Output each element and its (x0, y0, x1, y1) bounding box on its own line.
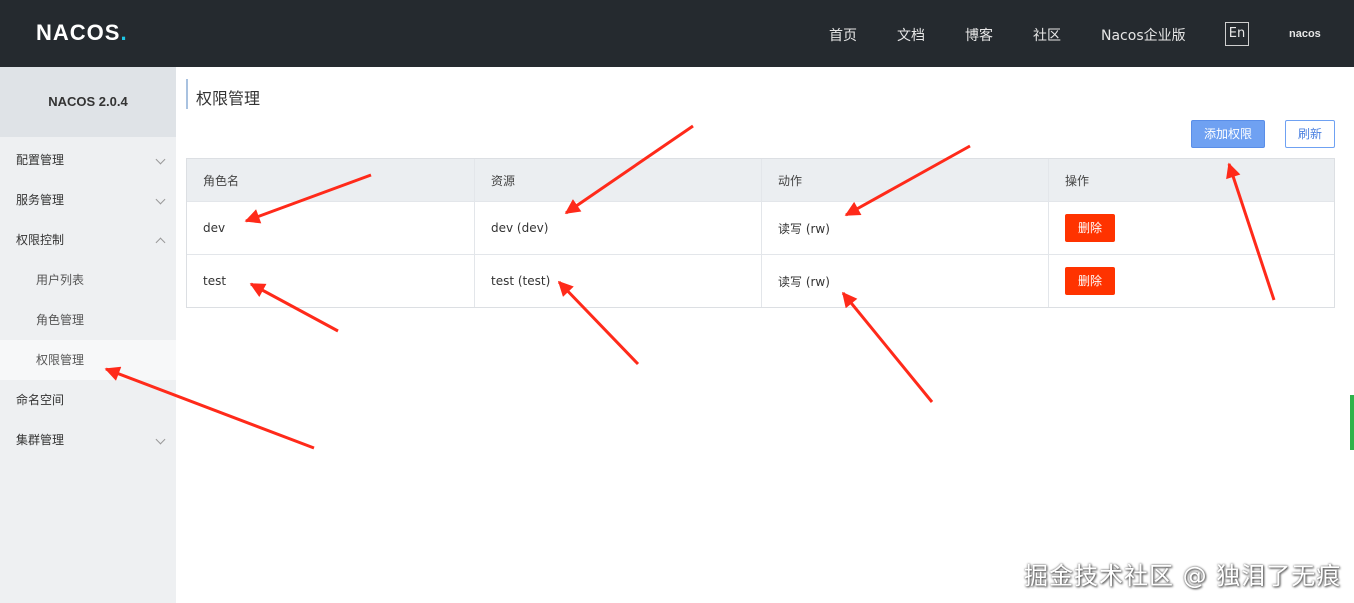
sidebar-item-label: 角色管理 (36, 313, 85, 327)
sidebar-item-label: 配置管理 (16, 153, 65, 167)
sidebar-item-label: 权限管理 (36, 353, 85, 367)
cell-role: dev (203, 221, 226, 235)
column-header-role: 角色名 (203, 173, 240, 188)
cell-action: 读写 (rw) (761, 202, 1048, 254)
cell-resource: dev (dev) (474, 202, 761, 254)
top-navbar: NACOS. 首页 文档 博客 社区 Nacos企业版 En nacos (0, 0, 1354, 67)
cell-role: test (203, 274, 227, 288)
add-permission-button[interactable]: 添加权限 (1191, 120, 1265, 148)
chevron-down-icon (155, 194, 166, 205)
cell-action: 读写 (rw) (761, 255, 1048, 307)
column-header-resource: 资源 (474, 159, 761, 201)
nav-home[interactable]: 首页 (829, 25, 857, 45)
sidebar-item-label: 命名空间 (16, 393, 65, 407)
column-header-action: 动作 (761, 159, 1048, 201)
chevron-down-icon (155, 434, 166, 445)
language-toggle-button[interactable]: En (1225, 22, 1249, 46)
permission-table: 角色名 资源 动作 操作 dev dev (dev) 读写 (rw) 删除 te… (186, 158, 1335, 308)
refresh-button[interactable]: 刷新 (1285, 120, 1335, 148)
delete-button[interactable]: 删除 (1065, 214, 1115, 242)
nav-enterprise[interactable]: Nacos企业版 (1101, 25, 1186, 45)
sidebar: NACOS 2.0.4 配置管理 服务管理 权限控制 用户列表 角色管理 权限管… (0, 67, 176, 603)
watermark: 掘金技术社区 @ 独泪了无痕 (1024, 562, 1342, 590)
sidebar-item-service[interactable]: 服务管理 (0, 180, 176, 220)
cell-operation: 删除 (1048, 202, 1336, 254)
sidebar-item-label: 权限控制 (16, 233, 65, 247)
chevron-down-icon (155, 154, 166, 165)
table-row: test test (test) 读写 (rw) 删除 (187, 254, 1334, 307)
sidebar-item-label: 集群管理 (16, 433, 65, 447)
version-label: NACOS 2.0.4 (0, 67, 176, 137)
sidebar-item-role-management[interactable]: 角色管理 (0, 300, 176, 340)
sidebar-item-label: 服务管理 (16, 193, 65, 207)
sidebar-item-label: 用户列表 (36, 273, 85, 287)
sidebar-item-user-list[interactable]: 用户列表 (0, 260, 176, 300)
table-header: 角色名 资源 动作 操作 (187, 159, 1334, 201)
cell-resource: test (test) (474, 255, 761, 307)
delete-button[interactable]: 删除 (1065, 267, 1115, 295)
title-accent-bar (186, 79, 188, 109)
page-title: 权限管理 (196, 89, 261, 108)
annotation-arrow (841, 291, 934, 403)
scroll-indicator (1350, 395, 1354, 450)
sidebar-item-cluster[interactable]: 集群管理 (0, 420, 176, 460)
column-header-operation: 操作 (1048, 159, 1336, 201)
cell-operation: 删除 (1048, 255, 1336, 307)
table-row: dev dev (dev) 读写 (rw) 删除 (187, 201, 1334, 254)
nav-blog[interactable]: 博客 (965, 25, 993, 45)
chevron-up-icon (155, 237, 166, 248)
user-menu[interactable]: nacos (1289, 28, 1321, 40)
sidebar-item-access-control[interactable]: 权限控制 (0, 220, 176, 260)
sidebar-item-config[interactable]: 配置管理 (0, 140, 176, 180)
nav-docs[interactable]: 文档 (897, 25, 925, 45)
sidebar-item-namespace[interactable]: 命名空间 (0, 380, 176, 420)
nacos-logo[interactable]: NACOS. (36, 20, 128, 46)
nav-community[interactable]: 社区 (1033, 25, 1061, 45)
sidebar-item-permission-management[interactable]: 权限管理 (0, 340, 176, 380)
